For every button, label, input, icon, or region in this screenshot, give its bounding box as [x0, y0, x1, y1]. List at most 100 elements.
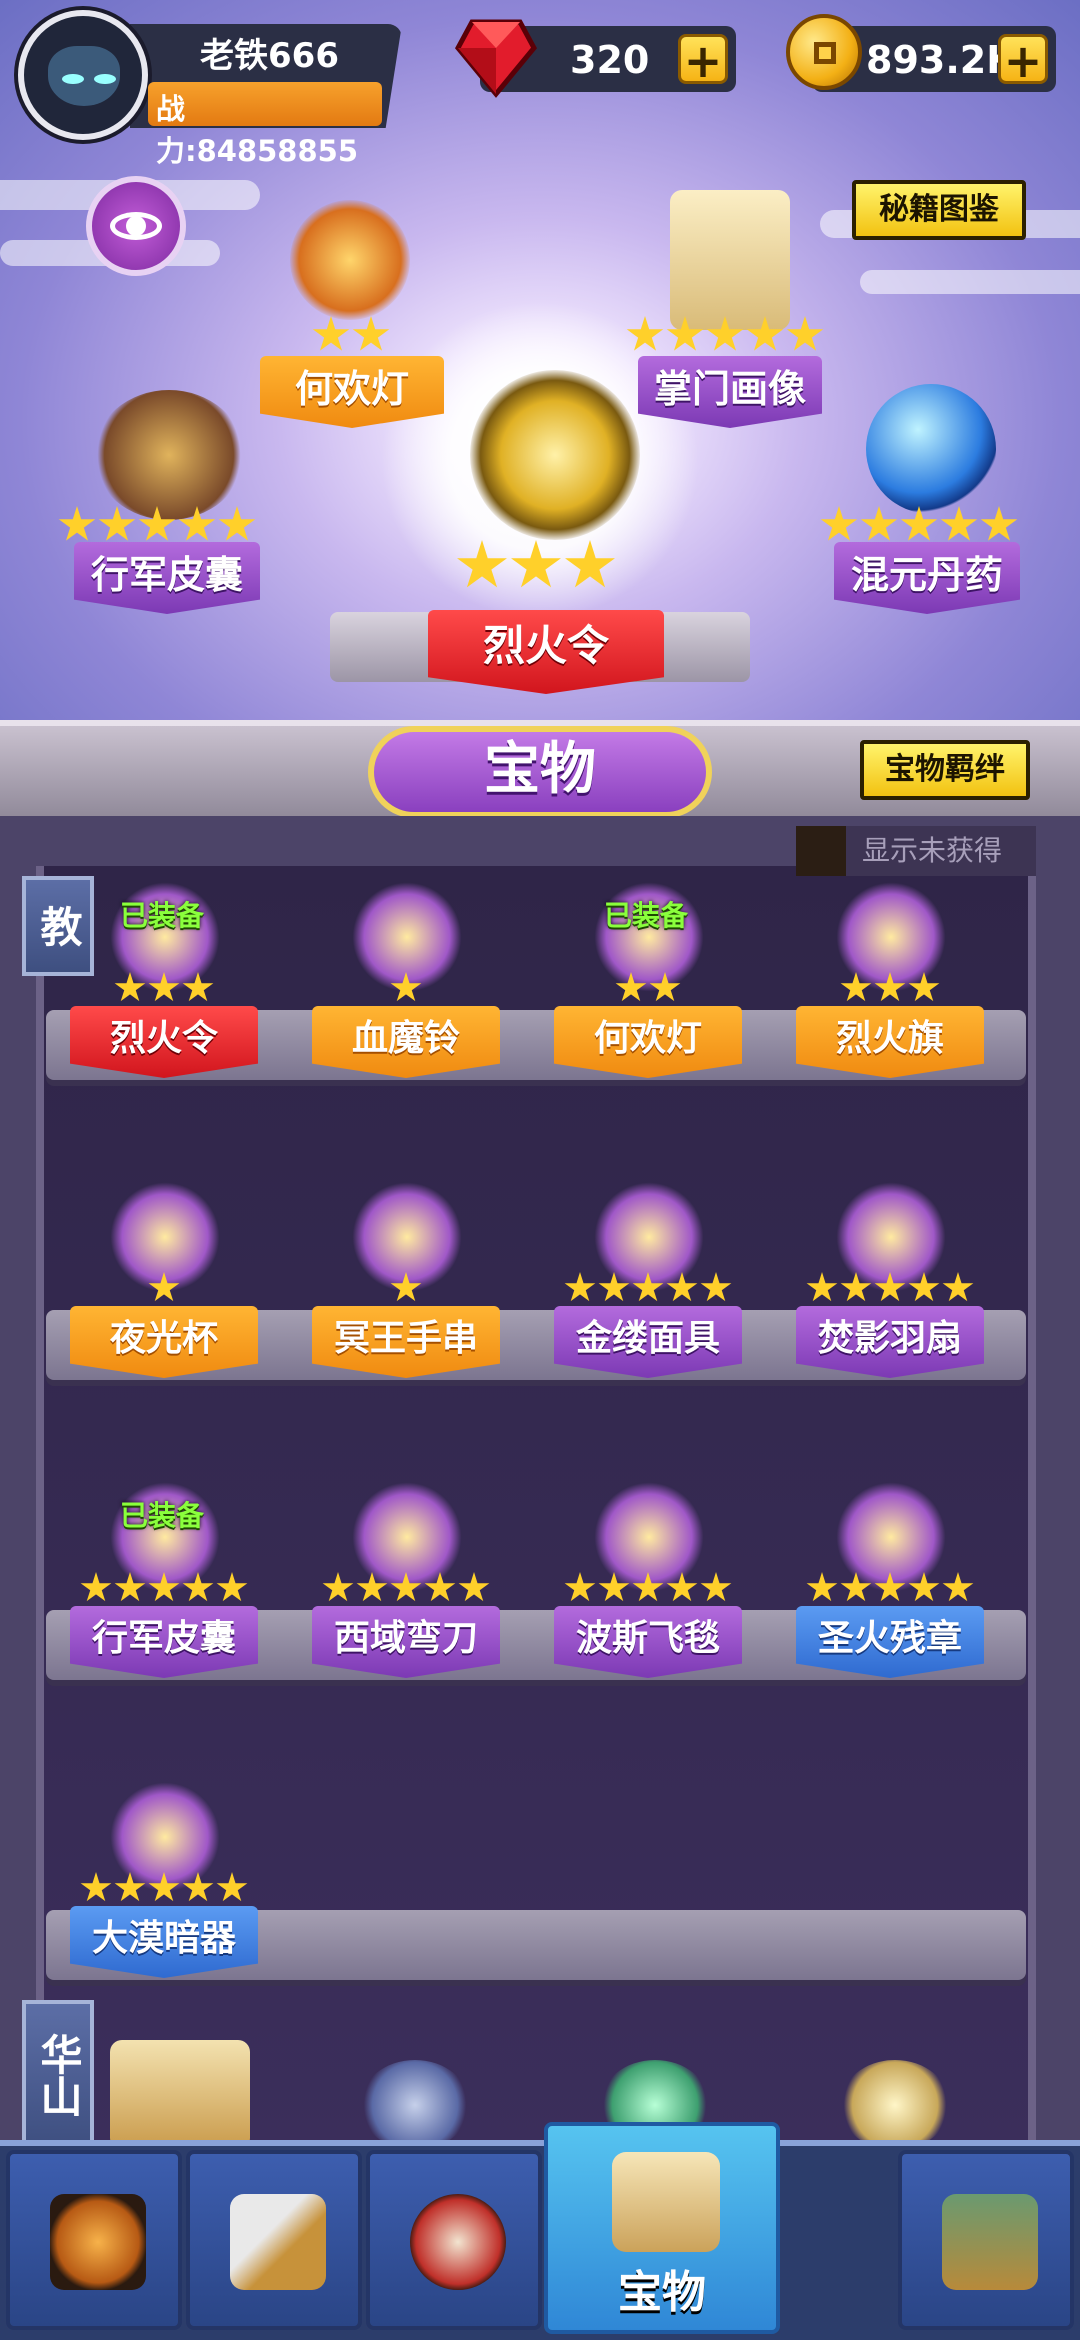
treasure-item[interactable]: 焚影羽扇: [796, 1172, 986, 1378]
gem-value: 320: [570, 38, 650, 82]
pouch-icon: [94, 390, 244, 520]
tab-equipment[interactable]: [186, 2150, 362, 2330]
star-icon: [840, 1272, 872, 1302]
star-icon: [649, 972, 681, 1002]
star-icon: [874, 972, 906, 1002]
treasure-item[interactable]: 烈火旗: [796, 872, 986, 1078]
treasure-name: 金缕面具: [554, 1306, 742, 1378]
star-icon: [706, 316, 744, 351]
star-icon: [666, 316, 704, 351]
star-icon: [786, 316, 824, 351]
star-icon: [900, 506, 938, 541]
treasure-item[interactable]: 金缕面具: [554, 1172, 744, 1378]
player-avatar[interactable]: [18, 10, 148, 140]
star-icon: [424, 1572, 456, 1602]
treasure-item[interactable]: 波斯飞毯: [554, 1472, 744, 1678]
treasure-name: 烈火旗: [796, 1006, 984, 1078]
treasure-item[interactable]: 血魔铃: [312, 872, 502, 1078]
star-icon: [98, 506, 136, 541]
coin-icon: [786, 14, 862, 90]
player-name: 老铁666: [200, 36, 339, 76]
star-icon: [908, 1272, 940, 1302]
treasure-name: 行军皮囊: [70, 1606, 258, 1678]
star-icon: [564, 1272, 596, 1302]
sword-icon: [840, 2060, 950, 2150]
show-unobtained-toggle[interactable]: 显示未获得: [796, 826, 1036, 876]
tab-sect[interactable]: [898, 2150, 1074, 2330]
star-icon: [632, 1572, 664, 1602]
treasure-item[interactable]: 已装备 烈火令: [70, 872, 260, 1078]
add-gems-button[interactable]: +: [678, 34, 728, 85]
tab-character[interactable]: [6, 2150, 182, 2330]
star-icon: [874, 1572, 906, 1602]
combat-power: 战力:84858855: [148, 82, 382, 168]
star-icon: [942, 1572, 974, 1602]
orb-icon: [866, 384, 996, 514]
shield-icon: [360, 2060, 470, 2150]
star-icon: [626, 316, 664, 351]
tab-treasure[interactable]: 宝物: [544, 2122, 780, 2334]
star-icon: [148, 1572, 180, 1602]
treasure-stars: [626, 316, 824, 356]
treasure-name: 波斯飞毯: [554, 1606, 742, 1678]
star-icon: [908, 972, 940, 1002]
star-icon: [80, 1572, 112, 1602]
star-icon: [216, 1872, 248, 1902]
star-icon: [458, 1572, 490, 1602]
treasure-item[interactable]: 大漠暗器: [70, 1772, 260, 1978]
star-icon: [80, 1872, 112, 1902]
star-icon: [138, 506, 176, 541]
drum-icon: [410, 2194, 506, 2290]
treasure-item[interactable]: 圣火残章: [796, 1472, 986, 1678]
portrait-scroll-icon: [670, 190, 790, 330]
display-label-center[interactable]: 烈火令: [428, 610, 664, 694]
tab-martial[interactable]: [366, 2150, 542, 2330]
star-icon: [615, 972, 647, 1002]
display-label-left-top[interactable]: 何欢灯: [260, 356, 444, 428]
checkbox[interactable]: [796, 826, 846, 876]
star-icon: [666, 1272, 698, 1302]
star-icon: [390, 1572, 422, 1602]
treasure-item[interactable]: 冥王手串: [312, 1172, 502, 1378]
treasure-item[interactable]: 已装备 何欢灯: [554, 872, 744, 1078]
star-icon: [390, 972, 422, 1002]
star-icon: [700, 1272, 732, 1302]
treasure-item[interactable]: 西域弯刀: [312, 1472, 502, 1678]
coin-value: 893.2K: [866, 38, 1016, 82]
star-icon: [182, 972, 214, 1002]
display-label-right-top[interactable]: 掌门画像: [638, 356, 822, 428]
add-coins-button[interactable]: +: [998, 34, 1048, 85]
treasure-name: 圣火残章: [796, 1606, 984, 1678]
star-icon: [216, 1572, 248, 1602]
treasure-item[interactable]: 已装备 行军皮囊: [70, 1472, 260, 1678]
equipped-badge: 已装备: [120, 1499, 205, 1532]
star-icon: [182, 1872, 214, 1902]
star-icon: [806, 1272, 838, 1302]
secret-book-button[interactable]: 秘籍图鉴: [852, 180, 1026, 240]
star-icon: [942, 1272, 974, 1302]
scroll-icon: [110, 2040, 250, 2150]
treasure-item[interactable]: 夜光杯: [70, 1172, 260, 1378]
star-icon: [820, 506, 858, 541]
view-eye-button[interactable]: [86, 176, 186, 276]
category-tag-2[interactable]: 华山: [22, 2000, 94, 2150]
treasure-name: 烈火令: [70, 1006, 258, 1078]
star-icon: [598, 1272, 630, 1302]
star-icon: [114, 1872, 146, 1902]
gem-icon: [455, 19, 537, 98]
star-icon: [58, 506, 96, 541]
star-icon: [390, 1272, 422, 1302]
star-icon: [114, 1572, 146, 1602]
star-icon: [632, 1272, 664, 1302]
star-icon: [940, 506, 978, 541]
display-label-left-mid[interactable]: 行军皮囊: [74, 542, 260, 614]
hero-icon: [50, 2194, 146, 2290]
treasure-name: 西域弯刀: [312, 1606, 500, 1678]
treasure-bond-button[interactable]: 宝物羁绊: [860, 740, 1030, 800]
star-icon: [322, 1572, 354, 1602]
star-icon: [700, 1572, 732, 1602]
treasure-icon: [612, 2152, 720, 2252]
treasure-stars: [58, 506, 256, 546]
display-label-right-mid[interactable]: 混元丹药: [834, 542, 1020, 614]
treasure-name: 焚影羽扇: [796, 1306, 984, 1378]
